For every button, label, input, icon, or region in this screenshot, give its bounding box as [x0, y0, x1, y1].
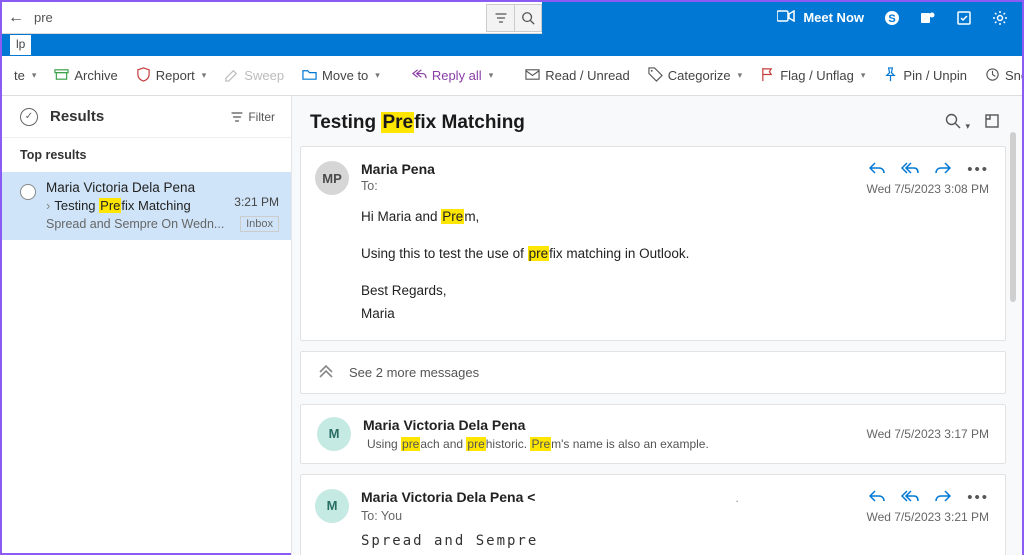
- envelope-icon: [525, 67, 540, 85]
- message-date: Wed 7/5/2023 3:21 PM: [866, 510, 989, 524]
- reply-all-button[interactable]: Reply all▾: [406, 63, 499, 89]
- sweep-icon: [224, 67, 239, 85]
- expand-label: See 2 more messages: [349, 365, 479, 380]
- select-item-checkbox[interactable]: [20, 184, 36, 200]
- expand-messages-row[interactable]: See 2 more messages: [300, 351, 1006, 394]
- sweep-button: Sweep: [218, 63, 290, 89]
- flag-icon: [760, 67, 775, 85]
- reading-pane-scrollbar[interactable]: [1010, 102, 1018, 542]
- report-button[interactable]: Report▾: [130, 63, 213, 89]
- top-results-label: Top results: [2, 138, 291, 172]
- reading-pane: Testing Prefix Matching ▾ MP Maria Pena …: [292, 96, 1022, 555]
- filter-button[interactable]: Filter: [231, 110, 275, 124]
- message-to: To: You: [361, 509, 854, 523]
- folder-move-icon: [302, 67, 317, 85]
- popout-button[interactable]: [984, 113, 1000, 133]
- search-button[interactable]: [514, 4, 542, 32]
- notes-icon[interactable]: [956, 10, 972, 26]
- select-all-checkbox[interactable]: ✓: [20, 108, 38, 126]
- app-commands-bar: Meet Now S: [542, 2, 1022, 34]
- reply-icon[interactable]: [869, 489, 885, 507]
- pin-icon: [883, 67, 898, 85]
- settings-icon[interactable]: [992, 10, 1008, 26]
- search-filter-toggle[interactable]: [486, 4, 514, 32]
- message-card-expanded[interactable]: MP Maria Pena To: ••• Wed 7/5/2023 3:08 …: [300, 146, 1006, 341]
- meet-now-button[interactable]: Meet Now: [777, 10, 864, 25]
- more-actions-icon[interactable]: •••: [967, 489, 989, 507]
- results-list-panel: ✓ Results Filter Top results Maria Victo…: [2, 96, 292, 555]
- zoom-button[interactable]: ▾: [945, 113, 970, 133]
- avatar: MP: [315, 161, 349, 195]
- message-body: Hi Maria and Prem, Using this to test th…: [361, 206, 989, 326]
- command-ribbon: te▾ Archive Report▾ Sweep Move to▾ Reply…: [2, 56, 1022, 96]
- expand-chevron-icon: [317, 362, 335, 383]
- result-preview: Spread and Sempre On Wedn...: [46, 217, 224, 231]
- help-tab[interactable]: lp: [10, 35, 31, 55]
- message-card-collapsed[interactable]: M Maria Victoria Dela Pena Using preach …: [300, 404, 1006, 464]
- read-unread-button[interactable]: Read / Unread: [519, 63, 636, 89]
- archive-button[interactable]: Archive: [48, 63, 123, 89]
- tag-icon: [648, 67, 663, 85]
- reply-all-icon[interactable]: [901, 489, 919, 507]
- message-date: Wed 7/5/2023 3:08 PM: [866, 182, 989, 196]
- svg-text:S: S: [888, 13, 895, 25]
- message-card-expanded[interactable]: M Maria Victoria Dela Pena <. To: You ••…: [300, 474, 1006, 555]
- message-sender: Maria Victoria Dela Pena: [363, 417, 854, 433]
- message-preview: Using preach and prehistoric. Prem's nam…: [367, 437, 854, 451]
- pin-button[interactable]: Pin / Unpin: [877, 63, 973, 89]
- more-actions-icon[interactable]: •••: [967, 161, 989, 179]
- message-date: Wed 7/5/2023 3:17 PM: [866, 427, 989, 441]
- ribbon-tab-strip: lp: [2, 34, 1022, 56]
- teams-icon[interactable]: [920, 10, 936, 26]
- archive-icon: [54, 67, 69, 85]
- result-sender: Maria Victoria Dela Pena: [46, 180, 279, 195]
- message-sender: Maria Victoria Dela Pena <.: [361, 489, 854, 507]
- message-body: Spread and Sempre •••: [361, 530, 989, 555]
- snooze-button[interactable]: Snooze▾: [979, 63, 1022, 89]
- search-input[interactable]: [30, 3, 486, 33]
- reply-all-icon: [412, 67, 427, 85]
- meet-now-label: Meet Now: [803, 10, 864, 25]
- reply-all-icon[interactable]: [901, 161, 919, 179]
- forward-icon[interactable]: [935, 161, 951, 179]
- message-sender: Maria Pena: [361, 161, 854, 177]
- reply-icon[interactable]: [869, 161, 885, 179]
- search-result-item[interactable]: Maria Victoria Dela Pena › Testing Prefi…: [2, 172, 291, 240]
- results-heading: Results: [50, 108, 231, 125]
- result-subject: › Testing Prefix Matching: [46, 198, 191, 213]
- result-time: 3:21 PM: [234, 195, 279, 213]
- message-to: To:: [361, 179, 854, 193]
- shield-icon: [136, 67, 151, 85]
- move-to-button[interactable]: Move to▾: [296, 63, 386, 89]
- clock-icon: [985, 67, 1000, 85]
- skype-icon[interactable]: S: [884, 10, 900, 26]
- categorize-button[interactable]: Categorize▾: [642, 63, 748, 89]
- truncated-command[interactable]: te▾: [8, 64, 42, 87]
- forward-icon[interactable]: [935, 489, 951, 507]
- flag-button[interactable]: Flag / Unflag▾: [754, 63, 871, 89]
- back-button[interactable]: ←: [2, 3, 30, 33]
- avatar: M: [315, 489, 349, 523]
- thread-title: Testing Prefix Matching: [310, 112, 945, 134]
- avatar: M: [317, 417, 351, 451]
- video-icon: [777, 10, 795, 25]
- result-folder: Inbox: [240, 216, 279, 232]
